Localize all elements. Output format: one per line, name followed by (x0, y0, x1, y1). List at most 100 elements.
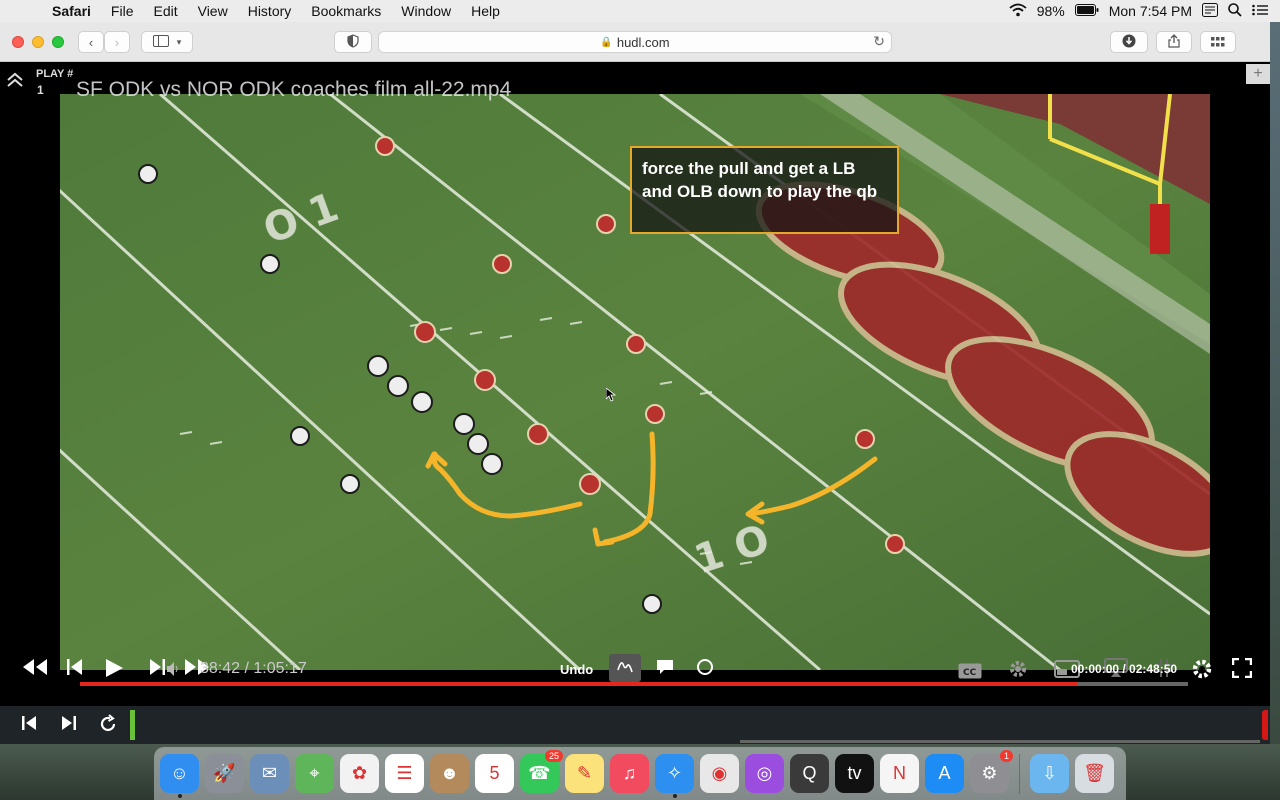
battery-icon[interactable] (1074, 3, 1099, 19)
minimize-window-button[interactable] (32, 36, 44, 48)
play-icon[interactable] (104, 658, 124, 684)
telestrator-text-annotation[interactable]: force the pull and get a LB and OLB down… (630, 146, 899, 234)
video-player: O 1 1 O PLAY # 1 SF ODK vs NOR ODK coach… (0, 62, 1210, 706)
draw-tool-button[interactable] (609, 654, 641, 682)
dock-badge: 1 (999, 750, 1013, 762)
timeline-scrollbar[interactable] (740, 740, 1260, 743)
dock-calendar-icon[interactable]: 5 (475, 754, 514, 793)
chevron-down-icon: ▾ (176, 36, 182, 47)
chevron-left-icon: ‹ (88, 34, 94, 50)
dock-maps-icon[interactable]: ⌖ (295, 754, 334, 793)
play-number-value: 1 (37, 83, 44, 97)
timeline-start-marker[interactable] (130, 710, 135, 740)
menu-bookmarks[interactable]: Bookmarks (301, 3, 391, 19)
back-button[interactable]: ‹ (78, 31, 104, 53)
step-forward-icon[interactable] (148, 658, 166, 682)
dock-safari-icon[interactable]: ✧ (655, 754, 694, 798)
wifi-icon[interactable] (1009, 3, 1027, 20)
grid-icon (1211, 35, 1225, 50)
dock-downloads-folder-icon[interactable]: ⇩ (1030, 754, 1069, 793)
dock-finder-icon[interactable]: ☺ (160, 754, 199, 798)
clip-timeline[interactable] (0, 706, 1270, 744)
dock: ☺ 🚀 ✉ ⌖ ✿ ☰ ☻ 5 ☎ 25 ✎ ♫ ✧ ◉ ◎ Qtv N A ⚙ 1 ⇩ 🗑 (154, 747, 1126, 800)
dock-trash-icon[interactable]: 🗑 (1075, 754, 1114, 793)
comment-tool-icon[interactable] (656, 658, 674, 681)
screen-sharing-icon[interactable] (1202, 2, 1218, 20)
notification-center-icon[interactable] (1252, 3, 1268, 19)
menu-clock[interactable]: Mon 7:54 PM (1109, 3, 1192, 19)
menu-window[interactable]: Window (391, 3, 461, 19)
chevron-right-icon: › (114, 34, 120, 50)
skip-to-start-icon[interactable] (20, 714, 38, 737)
dock-notes-icon[interactable]: ✎ (565, 754, 604, 793)
sidebar-icon (152, 34, 169, 50)
menu-file[interactable]: File (101, 3, 144, 19)
share-icon (1168, 33, 1180, 51)
new-tab-button[interactable]: + (1246, 64, 1270, 84)
skip-to-end-icon[interactable] (60, 714, 78, 737)
downloads-button[interactable] (1110, 31, 1148, 53)
reload-icon[interactable]: ↻ (873, 33, 885, 50)
dock-system-preferences-icon[interactable]: ⚙ 1 (970, 750, 1013, 793)
close-window-button[interactable] (12, 36, 24, 48)
freehand-draw-icon (616, 658, 634, 678)
download-icon (1122, 34, 1136, 51)
undo-button[interactable]: Undo (560, 662, 593, 677)
volume-icon[interactable] (166, 660, 180, 683)
dock-quicktime-icon[interactable]: Q (790, 754, 829, 793)
dock-chrome-icon[interactable]: ◉ (700, 754, 739, 793)
spotlight-search-icon[interactable] (1228, 2, 1242, 20)
menu-bar: Safari File Edit View History Bookmarks … (0, 0, 1280, 22)
menu-help[interactable]: Help (461, 3, 510, 19)
dock-contacts-icon[interactable]: ☻ (430, 754, 469, 793)
video-title: SF ODK vs NOR ODK coaches film all-22.mp… (76, 78, 512, 101)
gear-icon[interactable] (1008, 659, 1028, 685)
address-url: hudl.com (616, 34, 670, 50)
dock-news-icon[interactable]: N (880, 754, 919, 793)
dock-facetime-icon[interactable]: ☎ 25 (520, 750, 563, 793)
plus-icon: + (1253, 65, 1263, 82)
closed-captions-button[interactable]: CC (958, 662, 982, 685)
shield-icon (347, 33, 359, 51)
settings-gear-icon[interactable] (1191, 658, 1213, 686)
rewind-icon[interactable] (22, 658, 48, 682)
privacy-report-button[interactable] (334, 31, 372, 53)
dock-launchpad-icon[interactable]: 🚀 (205, 754, 244, 793)
menu-edit[interactable]: Edit (143, 3, 187, 19)
timeline-end-marker[interactable] (1262, 710, 1268, 740)
dock-apple-tv-icon[interactable]: tv (835, 754, 874, 793)
sidebar-toggle-button[interactable]: ▾ (141, 31, 193, 53)
dock-music-icon[interactable]: ♫ (610, 754, 649, 793)
player-controls: 38:42 / 1:05:17 Undo CC 00:00:00 / 02:48… (0, 650, 1270, 694)
dock-separator (1019, 753, 1020, 794)
dock-badge: 25 (544, 750, 563, 762)
video-timecode: 38:42 / 1:05:17 (200, 660, 307, 677)
menu-history[interactable]: History (238, 3, 302, 19)
svg-text:CC: CC (963, 668, 977, 678)
step-back-icon[interactable] (66, 658, 84, 682)
dock-podcasts-icon[interactable]: ◎ (745, 754, 784, 793)
safari-window: ‹ › ▾ 🔒 hudl.com ↻ O 1 1 O PLAY # 1 SF O… (0, 22, 1270, 744)
tab-overview-button[interactable] (1200, 31, 1236, 53)
running-indicator (673, 794, 677, 798)
fullscreen-window-button[interactable] (52, 36, 64, 48)
desktop-wallpaper-edge (1270, 22, 1280, 744)
forward-button[interactable]: › (104, 31, 130, 53)
annotation-text: force the pull and get a LB and OLB down… (642, 159, 878, 201)
play-number-label: PLAY # (36, 68, 74, 80)
dock-reminders-icon[interactable]: ☰ (385, 754, 424, 793)
collapse-panel-icon[interactable] (6, 72, 24, 91)
address-bar[interactable]: 🔒 hudl.com ↻ (378, 31, 892, 53)
mouse-cursor-icon (605, 387, 617, 405)
share-button[interactable] (1156, 31, 1192, 53)
menu-view[interactable]: View (188, 3, 238, 19)
dock-app-store-icon[interactable]: A (925, 754, 964, 793)
menu-app-name[interactable]: Safari (44, 3, 101, 19)
safari-toolbar: ‹ › ▾ 🔒 hudl.com ↻ (0, 22, 1270, 62)
dock-preview-icon[interactable]: ✉ (250, 754, 289, 793)
battery-percent[interactable]: 98% (1037, 3, 1065, 19)
loop-icon[interactable] (98, 714, 118, 739)
fullscreen-icon[interactable] (1231, 657, 1253, 684)
circle-tool-icon[interactable] (696, 658, 714, 682)
dock-photos-icon[interactable]: ✿ (340, 754, 379, 793)
